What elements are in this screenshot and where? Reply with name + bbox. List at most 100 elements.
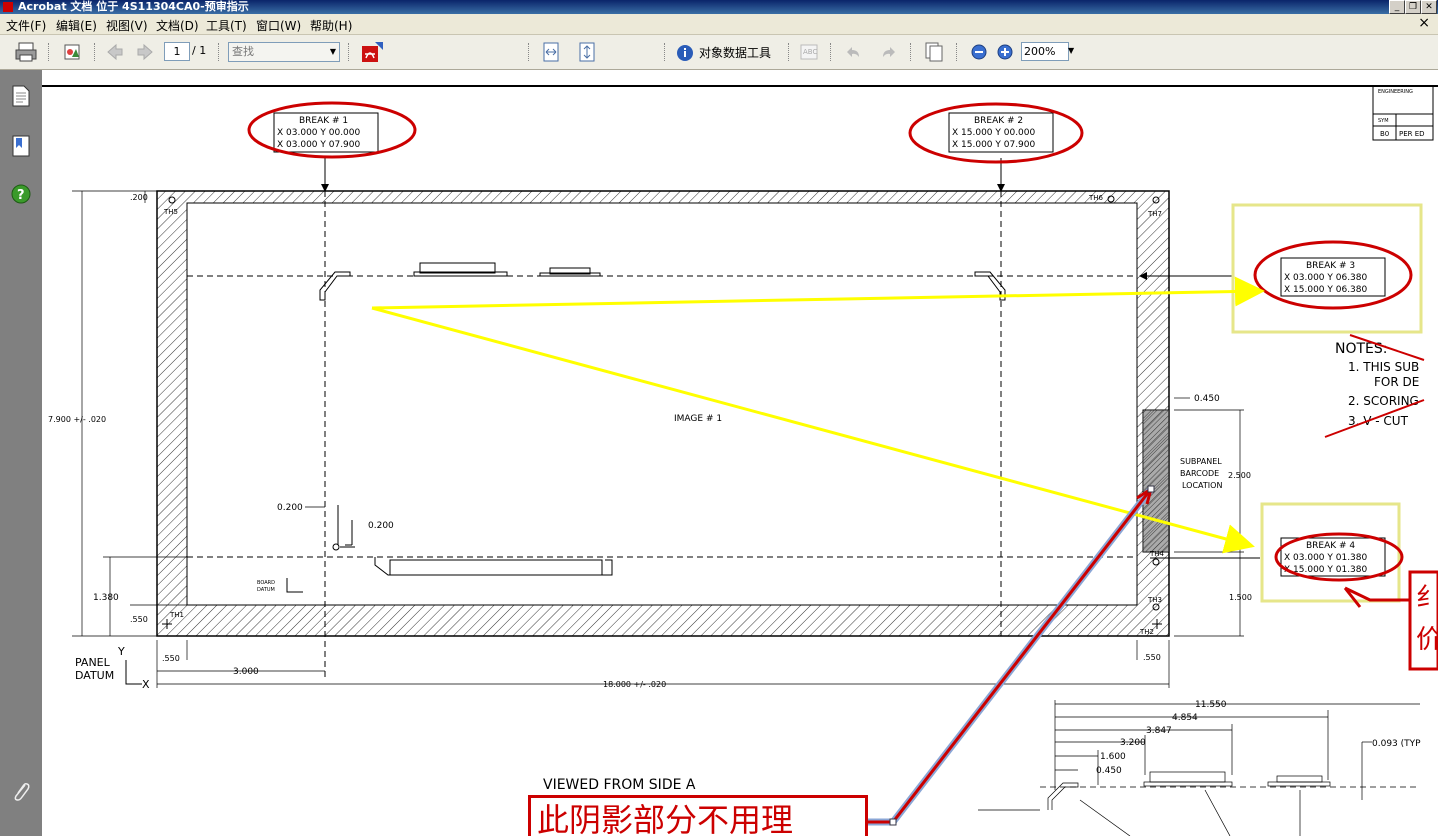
hole-label-th7: TH7: [1147, 210, 1162, 218]
paperclip-icon: [14, 783, 30, 801]
minimize-button[interactable]: _: [1389, 0, 1405, 14]
lower-dim-3847: 3.847: [1146, 726, 1172, 736]
break-2-title: BREAK # 2: [974, 116, 1023, 126]
note-1-cont: FOR DE: [1374, 375, 1419, 389]
break-3-line1: X 03.000 Y 06.380: [1284, 273, 1368, 283]
zoom-in-button[interactable]: [994, 41, 1016, 63]
title-bar: Acrobat 文档 位于 4S11304CA0-预审指示 _ ❐ ✕: [0, 0, 1438, 14]
zoom-out-icon: [971, 44, 987, 60]
dim-width: 18.000 +/- .020: [603, 680, 666, 689]
toolbar-separator: [218, 43, 221, 61]
bookmarks-panel-button[interactable]: [10, 134, 32, 158]
svg-text:?: ?: [17, 188, 25, 203]
object-data-tool-button[interactable]: 对象数据工具: [674, 41, 782, 63]
restore-button[interactable]: ❐: [1405, 0, 1421, 14]
title-block: ENGINEERING SYM B0 PER ED: [1372, 85, 1434, 141]
organizer-button[interactable]: [60, 41, 84, 63]
menu-help[interactable]: 帮助(H): [310, 17, 352, 34]
lower-dim-4854: 4.854: [1172, 713, 1198, 723]
dim-0450: 0.450: [1194, 394, 1220, 404]
previous-page-button[interactable]: [104, 41, 126, 63]
arrow-right-icon: [137, 43, 153, 61]
title-block-b0: B0: [1380, 130, 1389, 138]
image-tool-icon: [64, 44, 80, 60]
zoom-level-input[interactable]: 200%: [1021, 42, 1069, 61]
break-4-line1: X 03.000 Y 01.380: [1284, 553, 1368, 563]
menu-tools[interactable]: 工具(T): [206, 17, 247, 34]
pages-icon: [925, 42, 943, 62]
toolbar-separator: [956, 43, 959, 61]
panel-axis-y: Y: [117, 645, 125, 658]
dim-left-550: .550: [130, 615, 148, 624]
dim-height: 7.900 +/- .020: [48, 415, 106, 424]
svg-text:ABC: ABC: [803, 48, 817, 56]
dim-0200-b: 0.200: [368, 521, 394, 531]
menu-file[interactable]: 文件(F): [6, 17, 46, 34]
break-3: BREAK # 3 X 03.000 Y 06.380 X 15.000 Y 0…: [1231, 203, 1423, 334]
dim-1380: 1.380: [93, 593, 119, 603]
engineering-drawing: TH5 TH6 TH7 TH1 TH2 TH3 TH4 .200 7.900 +…: [42, 85, 1438, 836]
chevron-down-icon[interactable]: ▼: [327, 43, 339, 61]
toolbar-separator: [788, 43, 791, 61]
dim-1500: 1.500: [1229, 593, 1252, 602]
toolbar-separator: [664, 43, 667, 61]
close-window-button[interactable]: ✕: [1421, 0, 1437, 14]
undo-button[interactable]: [842, 41, 864, 63]
redo-icon: [883, 47, 895, 57]
menu-window[interactable]: 窗口(W): [256, 17, 301, 34]
zoom-in-icon: [997, 44, 1013, 60]
lower-dim-3200: 3.200: [1120, 738, 1146, 748]
hole-label-th5: TH5: [163, 208, 178, 216]
break-4-title: BREAK # 4: [1306, 541, 1355, 551]
toolbar-separator: [48, 43, 51, 61]
window-title: Acrobat 文档 位于 4S11304CA0-预审指示: [18, 0, 249, 13]
dim-bottom-550: .550: [162, 654, 180, 663]
menu-view[interactable]: 视图(V): [106, 17, 148, 34]
menu-document[interactable]: 文档(D): [156, 17, 199, 34]
callout-text-box[interactable]: 此阴影部分不用理: [528, 795, 868, 836]
printer-icon: [15, 42, 37, 62]
break-2-line1: X 15.000 Y 00.000: [952, 128, 1036, 138]
help-icon: ?: [11, 184, 31, 204]
create-pdf-button[interactable]: [358, 41, 386, 63]
menu-edit[interactable]: 编辑(E): [56, 17, 97, 34]
close-document-icon[interactable]: ×: [1418, 15, 1430, 31]
fit-width-icon: [543, 42, 559, 62]
undo-icon: [847, 47, 859, 57]
bookmark-icon: [12, 135, 30, 157]
dim-right-550: .550: [1143, 653, 1161, 662]
break-4: BREAK # 4 X 03.000 Y 01.380 X 15.000 Y 0…: [1260, 502, 1404, 603]
redo-button[interactable]: [878, 41, 900, 63]
object-data-tool-label: 对象数据工具: [699, 45, 772, 60]
fit-page-button[interactable]: [576, 41, 598, 63]
subpanel-label-1: SUBPANEL: [1180, 457, 1222, 466]
acrobat-logo-icon: [362, 42, 383, 62]
zoom-out-button[interactable]: [968, 41, 990, 63]
dim-top-offset: .200: [130, 193, 148, 202]
title-block-per: PER ED: [1399, 130, 1425, 138]
hole-label-th4: TH4: [1149, 550, 1165, 558]
break-2: BREAK # 2 X 15.000 Y 00.000 X 15.000 Y 0…: [908, 102, 1084, 164]
page-total: / 1: [192, 44, 207, 57]
pages-panel-button[interactable]: [10, 84, 32, 108]
title-block-eng: ENGINEERING: [1378, 89, 1413, 95]
chevron-down-icon[interactable]: ▼: [1068, 46, 1074, 55]
page-number-input[interactable]: 1: [164, 42, 190, 61]
help-button[interactable]: ?: [10, 182, 32, 206]
hole-label-th6: TH6: [1088, 194, 1104, 202]
spell-check-button[interactable]: ABC: [798, 41, 820, 63]
find-input[interactable]: 查找 ▼: [228, 42, 340, 62]
lower-dim-0450: 0.450: [1096, 766, 1122, 776]
pages-button[interactable]: [922, 41, 946, 63]
break-3-title: BREAK # 3: [1306, 261, 1355, 271]
info-icon: [677, 45, 693, 61]
print-button[interactable]: [12, 41, 40, 63]
dim-3000: 3.000: [233, 667, 259, 677]
toolbar-separator: [830, 43, 833, 61]
break-1-line2: X 03.000 Y 07.900: [277, 140, 361, 150]
attachments-button[interactable]: [10, 780, 32, 804]
fit-width-button[interactable]: [540, 41, 562, 63]
next-page-button[interactable]: [134, 41, 156, 63]
document-view[interactable]: TH5 TH6 TH7 TH1 TH2 TH3 TH4 .200 7.900 +…: [42, 70, 1438, 836]
lower-dim-1600: 1.600: [1100, 752, 1126, 762]
